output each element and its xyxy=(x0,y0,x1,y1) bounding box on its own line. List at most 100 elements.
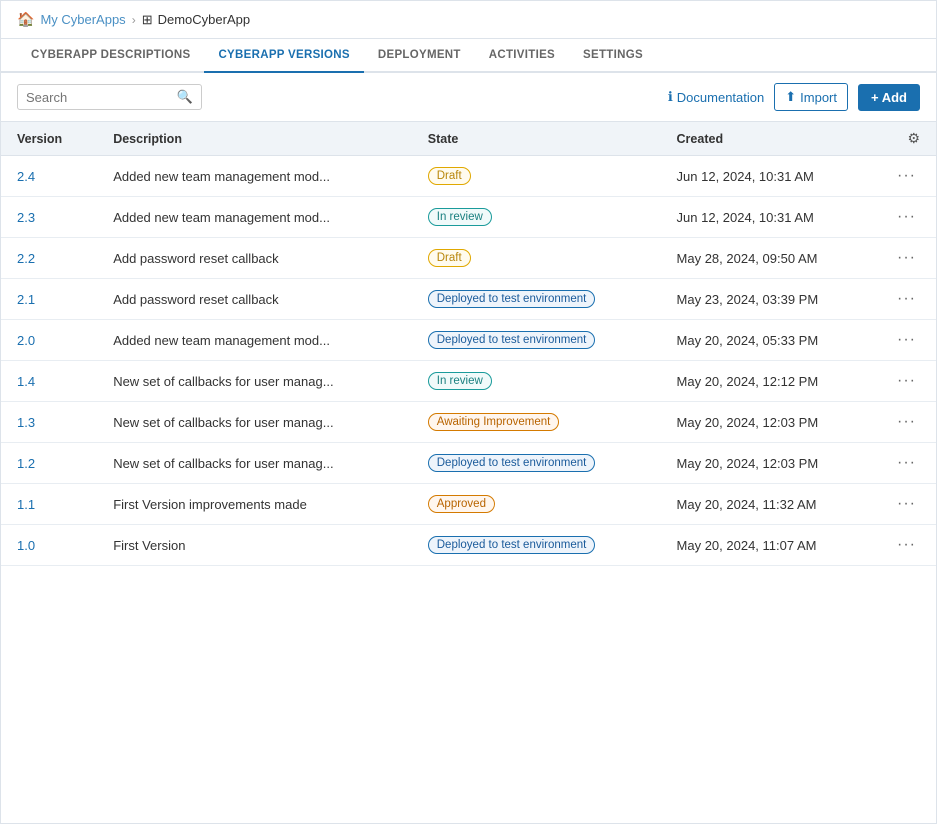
table-row: 1.3 New set of callbacks for user manag.… xyxy=(1,402,936,443)
documentation-button[interactable]: ℹ Documentation xyxy=(668,89,764,105)
version-link[interactable]: 1.2 xyxy=(17,456,35,471)
toolbar-actions: ℹ Documentation ⬆ Import + Add xyxy=(668,83,920,111)
cell-description: First Version xyxy=(97,525,412,566)
col-created: Created xyxy=(661,122,877,156)
version-link[interactable]: 1.4 xyxy=(17,374,35,389)
cell-created: May 20, 2024, 12:12 PM xyxy=(661,361,877,402)
cell-version: 2.4 xyxy=(1,156,97,197)
cell-actions: ··· xyxy=(877,197,936,238)
cell-actions: ··· xyxy=(877,484,936,525)
cell-version: 1.4 xyxy=(1,361,97,402)
cell-description: Added new team management mod... xyxy=(97,320,412,361)
table-row: 2.1 Add password reset callback Deployed… xyxy=(1,279,936,320)
breadcrumb-separator: › xyxy=(132,13,136,27)
row-more-button[interactable]: ··· xyxy=(893,206,920,228)
cell-created: Jun 12, 2024, 10:31 AM xyxy=(661,197,877,238)
versions-table: Version Description State Created ⚙ 2.4 … xyxy=(1,121,936,566)
tab-deployment[interactable]: DEPLOYMENT xyxy=(364,39,475,73)
cell-description: Add password reset callback xyxy=(97,279,412,320)
table-row: 2.4 Added new team management mod... Dra… xyxy=(1,156,936,197)
search-icon-button[interactable]: 🔍 xyxy=(177,89,193,105)
cell-description: Added new team management mod... xyxy=(97,156,412,197)
info-icon: ℹ xyxy=(668,89,673,105)
cell-description: New set of callbacks for user manag... xyxy=(97,361,412,402)
state-badge: Deployed to test environment xyxy=(428,331,596,349)
cell-state: Deployed to test environment xyxy=(412,443,661,484)
tab-versions[interactable]: CYBERAPP VERSIONS xyxy=(204,39,363,73)
app-container: 🏠 My CyberApps › ⊞ DemoCyberApp CYBERAPP… xyxy=(0,0,937,824)
version-link[interactable]: 2.4 xyxy=(17,169,35,184)
cell-created: May 20, 2024, 12:03 PM xyxy=(661,443,877,484)
cell-created: May 20, 2024, 12:03 PM xyxy=(661,402,877,443)
version-link[interactable]: 1.1 xyxy=(17,497,35,512)
version-link[interactable]: 2.2 xyxy=(17,251,35,266)
cell-actions: ··· xyxy=(877,361,936,402)
cell-state: Awaiting Improvement xyxy=(412,402,661,443)
cell-created: May 20, 2024, 11:32 AM xyxy=(661,484,877,525)
row-more-button[interactable]: ··· xyxy=(893,534,920,556)
cell-created: Jun 12, 2024, 10:31 AM xyxy=(661,156,877,197)
version-link[interactable]: 2.3 xyxy=(17,210,35,225)
search-box[interactable]: 🔍 xyxy=(17,84,202,110)
state-badge: Deployed to test environment xyxy=(428,536,596,554)
cell-state: Deployed to test environment xyxy=(412,320,661,361)
row-more-button[interactable]: ··· xyxy=(893,493,920,515)
cell-version: 1.2 xyxy=(1,443,97,484)
cell-version: 2.3 xyxy=(1,197,97,238)
import-icon: ⬆ xyxy=(785,89,796,105)
table-row: 1.2 New set of callbacks for user manag.… xyxy=(1,443,936,484)
cell-actions: ··· xyxy=(877,402,936,443)
toolbar: 🔍 ℹ Documentation ⬆ Import + Add xyxy=(1,73,936,121)
breadcrumb-home-link[interactable]: My CyberApps xyxy=(40,12,125,27)
search-input[interactable] xyxy=(26,90,173,105)
cell-version: 2.0 xyxy=(1,320,97,361)
cell-actions: ··· xyxy=(877,443,936,484)
cell-version: 1.1 xyxy=(1,484,97,525)
cell-actions: ··· xyxy=(877,525,936,566)
tab-settings[interactable]: SETTINGS xyxy=(569,39,657,73)
home-icon: 🏠 xyxy=(17,11,34,28)
state-badge: In review xyxy=(428,372,492,390)
col-settings: ⚙ xyxy=(877,122,936,156)
version-link[interactable]: 2.1 xyxy=(17,292,35,307)
row-more-button[interactable]: ··· xyxy=(893,165,920,187)
breadcrumb-bar: 🏠 My CyberApps › ⊞ DemoCyberApp xyxy=(1,1,936,39)
cell-description: Added new team management mod... xyxy=(97,197,412,238)
tab-activities[interactable]: ACTIVITIES xyxy=(475,39,569,73)
version-link[interactable]: 1.0 xyxy=(17,538,35,553)
row-more-button[interactable]: ··· xyxy=(893,452,920,474)
state-badge: Approved xyxy=(428,495,495,513)
cell-state: Approved xyxy=(412,484,661,525)
cell-description: First Version improvements made xyxy=(97,484,412,525)
col-version: Version xyxy=(1,122,97,156)
state-badge: Deployed to test environment xyxy=(428,454,596,472)
cell-version: 1.0 xyxy=(1,525,97,566)
tab-descriptions[interactable]: CYBERAPP DESCRIPTIONS xyxy=(17,39,204,73)
column-settings-button[interactable]: ⚙ xyxy=(907,130,920,147)
cell-state: Draft xyxy=(412,238,661,279)
table-row: 1.4 New set of callbacks for user manag.… xyxy=(1,361,936,402)
version-link[interactable]: 2.0 xyxy=(17,333,35,348)
state-badge: In review xyxy=(428,208,492,226)
import-button[interactable]: ⬆ Import xyxy=(774,83,848,111)
row-more-button[interactable]: ··· xyxy=(893,288,920,310)
cell-version: 1.3 xyxy=(1,402,97,443)
table-row: 1.1 First Version improvements made Appr… xyxy=(1,484,936,525)
row-more-button[interactable]: ··· xyxy=(893,247,920,269)
table-header-row: Version Description State Created ⚙ xyxy=(1,122,936,156)
cell-created: May 28, 2024, 09:50 AM xyxy=(661,238,877,279)
cell-description: Add password reset callback xyxy=(97,238,412,279)
add-button[interactable]: + Add xyxy=(858,84,920,111)
row-more-button[interactable]: ··· xyxy=(893,329,920,351)
row-more-button[interactable]: ··· xyxy=(893,411,920,433)
cell-version: 2.2 xyxy=(1,238,97,279)
table-row: 1.0 First Version Deployed to test envir… xyxy=(1,525,936,566)
cell-actions: ··· xyxy=(877,156,936,197)
cell-actions: ··· xyxy=(877,320,936,361)
table-row: 2.2 Add password reset callback Draft Ma… xyxy=(1,238,936,279)
cell-created: May 20, 2024, 11:07 AM xyxy=(661,525,877,566)
version-link[interactable]: 1.3 xyxy=(17,415,35,430)
nav-tabs: CYBERAPP DESCRIPTIONS CYBERAPP VERSIONS … xyxy=(1,39,936,73)
row-more-button[interactable]: ··· xyxy=(893,370,920,392)
state-badge: Draft xyxy=(428,249,471,267)
